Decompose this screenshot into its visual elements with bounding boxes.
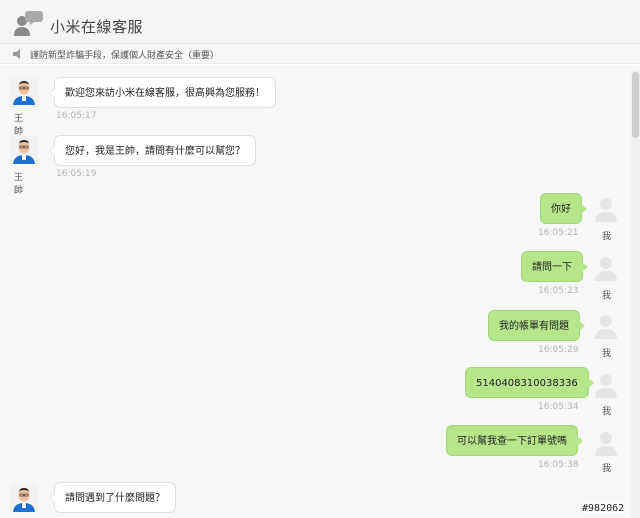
me-name: 我 xyxy=(602,232,612,242)
message-bubble: 5140408310038336 xyxy=(465,367,594,398)
agent-name: 王帥 xyxy=(14,114,24,137)
watermark-id: #982062 xyxy=(582,503,625,514)
user-avatar-placeholder-icon[interactable] xyxy=(592,254,620,282)
message-bubble: 可以幫我查一下訂單號嗎 xyxy=(446,425,583,456)
agent-name: 王帥 xyxy=(14,173,24,196)
message-bubble: 您好，我是王帥，請問有什麼可以幫您？ xyxy=(49,135,256,166)
chat-header: 小米在線客服 xyxy=(0,0,640,44)
agent-avatar[interactable] xyxy=(10,484,38,512)
security-notice[interactable]: 謹防新型詐騙手段，保護個人財產安全（重要） xyxy=(0,44,640,64)
me-name: 我 xyxy=(602,291,612,301)
message-bubble: 你好 xyxy=(540,193,587,224)
agent-avatar[interactable] xyxy=(10,136,38,164)
user-avatar-placeholder-icon[interactable] xyxy=(592,312,620,340)
message-timestamp: 16:05:38 xyxy=(538,460,579,470)
user-avatar-placeholder-icon[interactable] xyxy=(592,371,620,399)
message-bubble: 請問一下 xyxy=(521,251,588,282)
user-avatar-placeholder-icon[interactable] xyxy=(592,195,620,223)
user-avatar-placeholder-icon[interactable] xyxy=(592,429,620,457)
message-timestamp: 16:05:19 xyxy=(56,169,97,179)
chat-bubbles-person-icon xyxy=(14,11,43,36)
message-timestamp: 16:05:23 xyxy=(538,286,579,296)
agent-avatar[interactable] xyxy=(10,77,38,105)
message-bubble: 歡迎您來訪小米在線客服，很高興為您服務！ xyxy=(49,77,276,108)
message-bubble: 請問遇到了什麼問題？ xyxy=(49,482,176,513)
chat-scrollbar-thumb[interactable] xyxy=(632,72,639,138)
me-name: 我 xyxy=(602,464,612,474)
notice-text: 謹防新型詐騙手段，保護個人財產安全（重要） xyxy=(30,51,220,61)
me-name: 我 xyxy=(602,407,612,417)
message-timestamp: 16:05:21 xyxy=(538,228,579,238)
page-title: 小米在線客服 xyxy=(50,18,144,36)
speaker-icon xyxy=(13,49,20,59)
message-bubble: 我的帳單有問題 xyxy=(488,310,585,341)
message-timestamp: 16:05:29 xyxy=(538,345,579,355)
me-name: 我 xyxy=(602,349,612,359)
message-timestamp: 16:05:17 xyxy=(56,111,97,121)
message-timestamp: 16:05:34 xyxy=(538,402,579,412)
